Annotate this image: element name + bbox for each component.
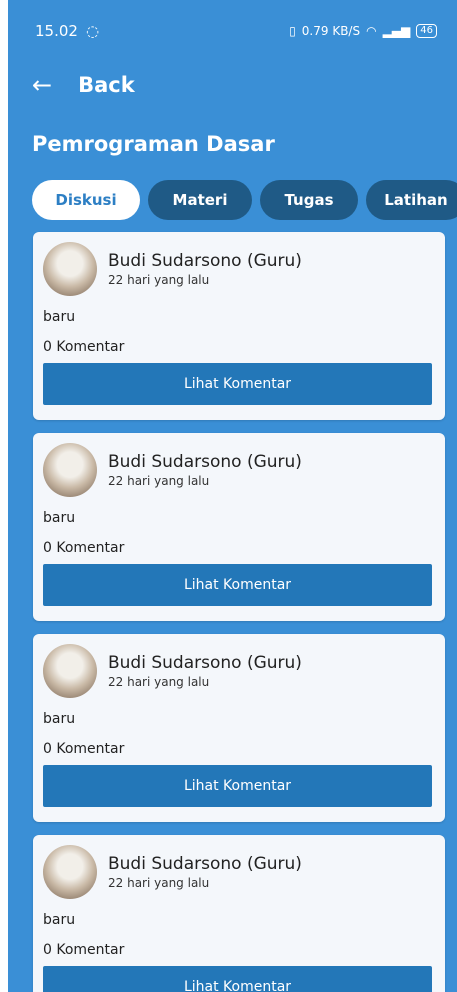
post-meta: Budi Sudarsono (Guru) 22 hari yang lalu — [108, 653, 302, 689]
author-name: Budi Sudarsono (Guru) — [108, 653, 302, 673]
card-header: Budi Sudarsono (Guru) 22 hari yang lalu — [43, 242, 435, 296]
author-name: Budi Sudarsono (Guru) — [108, 452, 302, 472]
tab-materi[interactable]: Materi — [148, 180, 252, 220]
post-time: 22 hari yang lalu — [108, 675, 210, 689]
author-name: Budi Sudarsono (Guru) — [108, 854, 302, 874]
comment-count: 0 Komentar — [43, 540, 125, 556]
post-meta: Budi Sudarsono (Guru) 22 hari yang lalu — [108, 452, 302, 488]
post-time: 22 hari yang lalu — [108, 273, 210, 287]
post-content: baru — [43, 912, 76, 928]
avatar — [43, 845, 97, 899]
page-title: Pemrograman Dasar — [32, 132, 275, 156]
post-content: baru — [43, 309, 76, 325]
tab-tugas[interactable]: Tugas — [260, 180, 358, 220]
avatar — [43, 644, 97, 698]
comment-count: 0 Komentar — [43, 942, 125, 958]
avatar — [43, 443, 97, 497]
discussion-card: Budi Sudarsono (Guru) 22 hari yang lalu … — [33, 232, 445, 420]
phone-screen: 15.02 ◌ ▯ 0.79 KB/S ◠ ▂▄▆ 46 ← Back Pemr… — [8, 0, 457, 992]
whatsapp-icon: ◌ — [85, 22, 100, 40]
discussion-card: Budi Sudarsono (Guru) 22 hari yang lalu … — [33, 835, 445, 992]
status-bar: 15.02 ◌ ▯ 0.79 KB/S ◠ ▂▄▆ 46 — [8, 0, 457, 62]
status-time: 15.02 — [35, 22, 78, 40]
view-comments-button[interactable]: Lihat Komentar — [43, 966, 432, 992]
post-meta: Budi Sudarsono (Guru) 22 hari yang lalu — [108, 854, 302, 890]
network-speed: 0.79 KB/S — [301, 24, 361, 38]
discussion-list: Budi Sudarsono (Guru) 22 hari yang lalu … — [8, 220, 457, 992]
discussion-card: Budi Sudarsono (Guru) 22 hari yang lalu … — [33, 433, 445, 621]
card-header: Budi Sudarsono (Guru) 22 hari yang lalu — [43, 443, 435, 497]
post-meta: Budi Sudarsono (Guru) 22 hari yang lalu — [108, 251, 302, 287]
card-header: Budi Sudarsono (Guru) 22 hari yang lalu — [43, 644, 435, 698]
post-content: baru — [43, 711, 76, 727]
post-time: 22 hari yang lalu — [108, 876, 210, 890]
tab-diskusi[interactable]: Diskusi — [32, 180, 140, 220]
tab-bar: Diskusi Materi Tugas Latihan — [8, 180, 457, 220]
view-comments-button[interactable]: Lihat Komentar — [43, 564, 432, 606]
view-comments-button[interactable]: Lihat Komentar — [43, 363, 432, 405]
back-button[interactable]: Back — [78, 73, 135, 97]
battery-level: 46 — [416, 24, 437, 38]
view-comments-button[interactable]: Lihat Komentar — [43, 765, 432, 807]
wifi-icon: ◠ — [366, 24, 377, 38]
comment-count: 0 Komentar — [43, 339, 125, 355]
discussion-card: Budi Sudarsono (Guru) 22 hari yang lalu … — [33, 634, 445, 822]
signal-icon: ▂▄▆ — [382, 24, 411, 38]
status-right: ▯ 0.79 KB/S ◠ ▂▄▆ 46 — [289, 24, 437, 38]
app-bar: ← Back — [8, 62, 457, 108]
vibrate-icon: ▯ — [289, 24, 296, 38]
back-arrow-icon[interactable]: ← — [32, 71, 52, 99]
tab-latihan[interactable]: Latihan — [366, 180, 457, 220]
comment-count: 0 Komentar — [43, 741, 125, 757]
author-name: Budi Sudarsono (Guru) — [108, 251, 302, 271]
card-header: Budi Sudarsono (Guru) 22 hari yang lalu — [43, 845, 435, 899]
status-left: 15.02 ◌ — [35, 22, 99, 40]
post-content: baru — [43, 510, 76, 526]
post-time: 22 hari yang lalu — [108, 474, 210, 488]
avatar — [43, 242, 97, 296]
